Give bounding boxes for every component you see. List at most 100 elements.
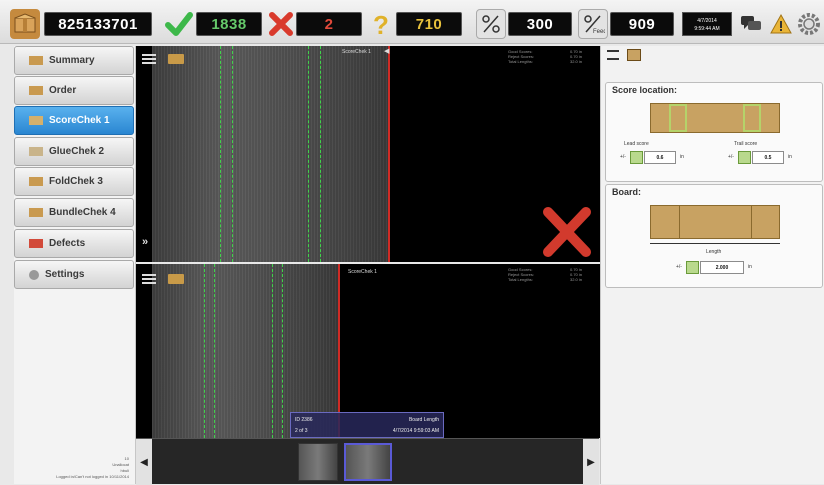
foldchek-icon	[29, 177, 43, 186]
sidebar-item-defects[interactable]: Defects	[14, 229, 134, 258]
image-info-overlay: ID 2386 2 of 3 Board Length 4/7/2014 9:5…	[290, 412, 444, 438]
lead-score-label: Lead score	[624, 141, 649, 147]
expand-icon[interactable]: »	[142, 236, 148, 248]
board-edge-line-top	[388, 46, 390, 262]
board-fold-line	[679, 206, 680, 238]
score-guide-line	[232, 46, 233, 262]
sidebar-item-label: Summary	[49, 55, 95, 66]
stat-label: Total Lengths:	[508, 59, 533, 64]
trail-score-label: Trail score	[734, 141, 758, 147]
stat-value: 32.0 in	[570, 59, 583, 64]
order-number-display: 825133701	[44, 12, 152, 36]
sidebar-item-foldchek-3[interactable]: FoldChek 3	[14, 167, 134, 196]
hamburger-menu-icon[interactable]	[142, 274, 156, 284]
question-icon: ?	[366, 9, 396, 39]
sidebar-footer-info: 10 Unallocat hbuli Logged in/Can't not l…	[56, 456, 129, 480]
scroll-right-button[interactable]: ▶	[583, 439, 599, 485]
sidebar-item-settings[interactable]: Settings	[14, 260, 134, 289]
percent-icon	[476, 9, 506, 39]
sidebar-item-label: FoldChek 3	[49, 176, 103, 187]
defects-icon	[29, 239, 43, 248]
lead-score-unit: in	[680, 154, 684, 160]
svg-text:Feed: Feed	[593, 29, 605, 35]
score-guide-line	[204, 264, 205, 438]
sidebar-item-label: BundleChek 4	[49, 207, 116, 218]
unknown-count-display: 710	[396, 12, 462, 36]
percent-a-display: 300	[508, 12, 572, 36]
score-guide-line	[282, 264, 283, 438]
sidebar-item-gluechek-2[interactable]: GlueChek 2	[14, 137, 134, 166]
chat-icon[interactable]	[736, 9, 766, 39]
length-label: Length	[706, 249, 722, 255]
score-guide-line	[220, 46, 221, 262]
sidebar-item-bundlechek-4[interactable]: BundleChek 4	[14, 198, 134, 227]
sidebar-item-label: GlueChek 2	[49, 146, 105, 157]
sidebar-item-scorechek-1[interactable]: ScoreChek 1	[14, 106, 134, 135]
trail-score-unit: in	[788, 154, 792, 160]
lead-score-marker	[669, 104, 687, 132]
footer-line: Logged in/Can't not logged in 10/11/2014	[56, 474, 129, 480]
trail-score-marker	[743, 104, 761, 132]
percent-b-display: 909	[610, 12, 674, 36]
x-icon	[266, 9, 296, 39]
length-field[interactable]: 2.000	[700, 261, 744, 274]
image-id: ID 2386	[295, 417, 313, 423]
datetime-display: 4/7/2014 9:59:44 AM	[682, 12, 732, 36]
length-check[interactable]	[686, 261, 699, 274]
group-title: Board:	[612, 187, 644, 197]
sidebar-item-label: Settings	[45, 269, 85, 280]
time-text: 9:59:44 AM	[694, 26, 720, 32]
camera-image-top	[152, 46, 390, 262]
gear-icon[interactable]	[794, 9, 824, 39]
camera-view-bottom[interactable]: ScoreChek 1 Good Scores: Reject Scores: …	[136, 264, 600, 438]
trail-score-prefix: +/-	[728, 154, 734, 160]
image-index: 2 of 3	[295, 428, 308, 434]
board-fold-line	[751, 206, 752, 238]
trail-score-field[interactable]: 0.5	[752, 151, 784, 164]
box-icon	[10, 9, 40, 39]
hamburger-menu-icon[interactable]	[142, 54, 156, 64]
camera-view-top[interactable]: » ScoreChek 1 ◀ Good Scores: Reject Scor…	[136, 46, 600, 262]
lead-score-field[interactable]: 0.6	[644, 151, 676, 164]
thumbnail-image-selected[interactable]	[344, 443, 392, 481]
score-guide-line	[308, 46, 309, 262]
sidebar-item-summary[interactable]: Summary	[14, 46, 134, 75]
group-title: Score location:	[612, 85, 681, 95]
folder-icon[interactable]	[168, 274, 184, 284]
stat-value: 32.0 in	[570, 277, 583, 282]
camera-stats-values: 0.70 in 0.70 in 32.0 in	[570, 49, 582, 64]
board-group: Board: Length +/- 2.000 in	[605, 184, 823, 288]
svg-text:?: ?	[373, 10, 389, 38]
list-view-icon[interactable]	[607, 50, 619, 60]
reject-count-display: 2	[296, 12, 362, 36]
score-guide-line	[214, 264, 215, 438]
thumbnail-strip: ◀ ▶	[136, 438, 599, 485]
date-text: 4/7/2014	[697, 18, 717, 24]
camera-stats: Good Scores: Reject Scores: Total Length…	[508, 49, 534, 64]
folder-icon[interactable]	[168, 54, 184, 64]
camera-stats-values: 0.70 in 0.70 in 32.0 in	[570, 267, 582, 282]
board-view-icon[interactable]	[627, 49, 641, 61]
settings-icon	[29, 269, 39, 280]
scroll-left-button[interactable]: ◀	[136, 439, 152, 485]
thumbnail-image[interactable]	[298, 443, 338, 481]
camera-stats: Good Scores: Reject Scores: Total Length…	[508, 267, 534, 282]
warning-icon[interactable]	[766, 9, 796, 39]
sidebar-item-label: Order	[49, 85, 77, 96]
score-location-group: Score location: Lead score +/- 0.6 in Tr…	[605, 82, 823, 182]
sidebar-item-order[interactable]: Order	[14, 76, 134, 105]
percent-head-icon: Feed	[578, 9, 608, 39]
good-count-display: 1838	[196, 12, 262, 36]
board-score-diagram	[650, 103, 780, 133]
top-status-bar: 825133701 1838 2 ? 710 300 Feed 909 4/7/…	[0, 0, 824, 44]
scorechek-icon	[29, 116, 43, 125]
lead-score-check[interactable]	[630, 151, 643, 164]
score-guide-line	[272, 264, 273, 438]
collapse-arrow-icon[interactable]: ◀	[384, 47, 389, 55]
sidebar-item-label: ScoreChek 1	[49, 115, 110, 126]
length-dimension-arrow	[650, 243, 780, 244]
image-timestamp: 4/7/2014 9:59:03 AM	[392, 428, 439, 434]
trail-score-check[interactable]	[738, 151, 751, 164]
sidebar: Summary Order ScoreChek 1 GlueChek 2 Fol…	[14, 46, 136, 484]
login-status: Logged in/Can't not logged in	[56, 474, 109, 479]
